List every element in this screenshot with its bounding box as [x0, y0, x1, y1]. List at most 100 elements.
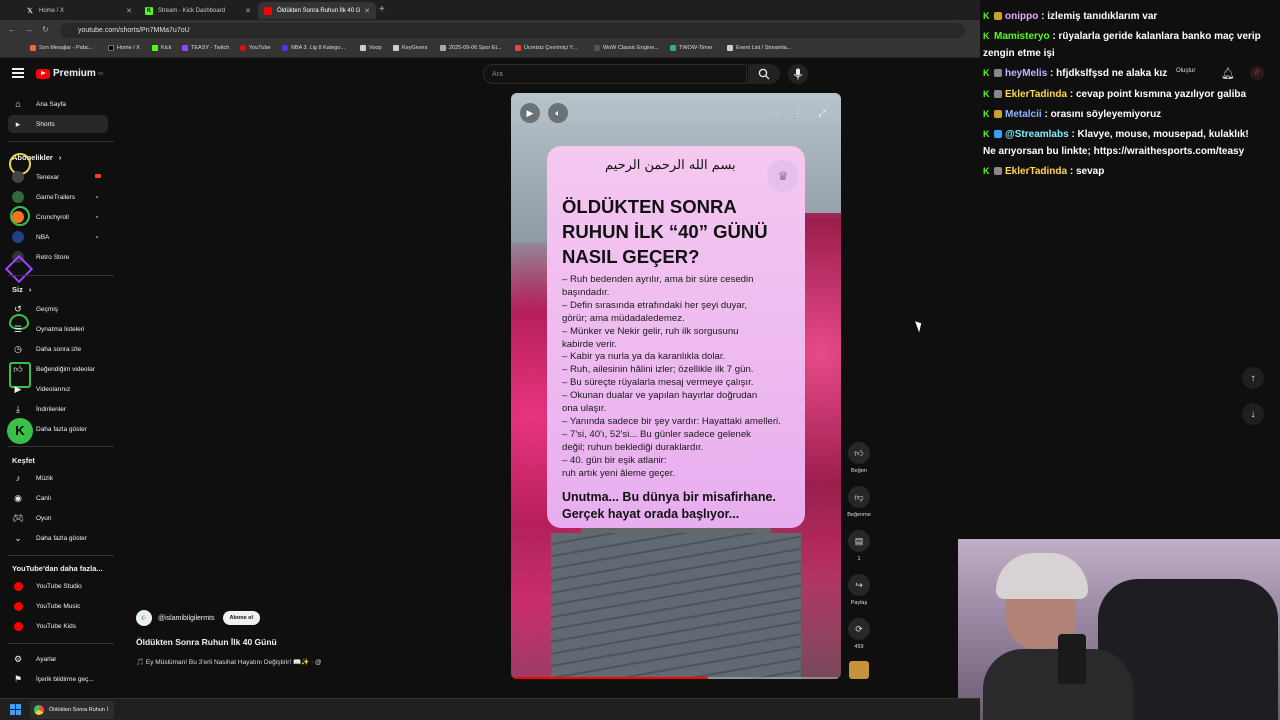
shorts-player[interactable]: ▶ 🔈︎ ▭ ⋮ ⤢ بسم الله الرحمن الرحيم ♛ ÖLDÜ… — [511, 93, 841, 679]
sidebar-item-label: Videolarınız — [36, 385, 71, 393]
sidebar-item-label: Tenexar — [36, 173, 60, 181]
remix-button[interactable]: ⟳ 459 — [845, 618, 873, 650]
back-icon[interactable]: ← — [8, 25, 16, 34]
sidebar-item-label: YouTube Kids — [36, 622, 76, 630]
bookmark-item[interactable]: Event List / Streamla... — [727, 45, 791, 51]
channel-avatar[interactable]: ☪ — [136, 610, 152, 626]
bookmarks-bar: Son Mesajlar - Pabc... Home / X Kick TEA… — [0, 41, 980, 58]
sidebar-item-youtube-kids[interactable]: YouTube Kids — [8, 617, 108, 635]
channel-row: ☪ @islamibilgilermts Abone ol — [136, 610, 261, 626]
search-input[interactable]: Ara — [483, 64, 747, 84]
quote-card: بسم الله الرحمن الرحيم ♛ ÖLDÜKTEN SONRA … — [547, 146, 805, 528]
captions-button[interactable]: ▭ — [764, 103, 784, 123]
comments-button[interactable]: ▤ 1 — [845, 530, 873, 562]
card-line: başındadır. — [562, 286, 610, 298]
sidebar-item-label: Daha fazla göster — [36, 534, 87, 542]
video-title[interactable]: Öldükten Sonra Ruhun İlk 40 Günü — [136, 637, 277, 647]
sidebar-item-downloads[interactable]: ⤓ İndirilenler — [8, 400, 108, 418]
sidebar-item-your-videos[interactable]: ▶ Videolarınız — [8, 380, 108, 398]
chat-continuation: Ne arıyorsan bu linkte; https://wraithes… — [983, 146, 1245, 157]
menu-icon[interactable] — [12, 68, 24, 80]
new-tab-button[interactable]: + — [379, 4, 385, 15]
chevron-right-icon: › — [58, 153, 62, 162]
sound-thumbnail[interactable] — [849, 661, 869, 679]
sidebar-item-gaming[interactable]: 🎮︎ Oyun — [8, 509, 108, 527]
sidebar-item-live[interactable]: ◉ Canlı — [8, 489, 108, 507]
sidebar-item-youtube-music[interactable]: YouTube Music — [8, 597, 108, 615]
youtube-music-icon — [12, 600, 24, 612]
bookmark-item[interactable]: TWOW-Timer — [670, 45, 713, 51]
remix-icon: ⟳ — [848, 618, 870, 640]
bookmark-item[interactable]: TEASY - Twitch — [182, 45, 229, 51]
previous-short-button[interactable]: ↑ — [1242, 367, 1264, 389]
like-button[interactable]: 👍︎ Beğen — [845, 442, 873, 474]
card-line: – Okunan dualar ve yapılan hayırlar doğr… — [562, 390, 758, 402]
subscribe-button[interactable]: Abone ol — [222, 611, 261, 625]
play-button[interactable]: ▶ — [520, 103, 540, 123]
close-icon[interactable]: ✕ — [364, 7, 370, 15]
search-button[interactable] — [748, 64, 780, 84]
sidebar-item-label: İçerik bildirme geç... — [36, 675, 94, 683]
dislike-button[interactable]: 👎︎ Beğenme — [845, 486, 873, 518]
sidebar-item-shorts[interactable]: ▸ Shorts — [8, 115, 108, 133]
chat-message: K EklerTadinda : sevap — [983, 161, 1104, 182]
reload-icon[interactable]: ↻ — [42, 25, 49, 34]
progress-bar[interactable] — [514, 677, 838, 679]
close-icon[interactable]: ✕ — [126, 7, 132, 15]
bookmark-item[interactable]: Home / X — [108, 45, 140, 51]
bookmark-item[interactable]: Voop — [360, 45, 382, 51]
chevron-down-icon — [12, 423, 24, 435]
next-short-button[interactable]: ↓ — [1242, 403, 1264, 425]
bookmark-item[interactable]: Kick — [152, 45, 171, 51]
bookmark-item[interactable]: WoW Classic Engine... — [594, 45, 659, 51]
share-button[interactable]: ↪ Paylaş — [845, 574, 873, 606]
fullscreen-button[interactable]: ⤢ — [812, 103, 832, 123]
channel-name[interactable]: @islamibilgilermts — [158, 615, 215, 622]
bookmark-item[interactable]: Ücretsiz Çevrimiçi Y... — [515, 45, 577, 51]
mute-button[interactable]: 🔈︎ — [548, 103, 568, 123]
browser-tab[interactable]: 𝕏 Home / X ✕ — [20, 2, 138, 19]
bookmark-item[interactable]: KeyGivers — [393, 45, 427, 51]
microphone — [1058, 634, 1086, 684]
card-line: – Bu süreçte rüyalarla mesaj vermeye çal… — [562, 377, 754, 389]
card-line: – Defin sırasında etrafındaki her şeyi d… — [562, 299, 748, 311]
bookmark-item[interactable]: 2025-09-06 Spor Et... — [440, 45, 502, 51]
browser-tab-active[interactable]: Öldükten Sonra Ruhun İlk 40 G ✕ — [258, 2, 376, 19]
you-header[interactable]: Siz › — [12, 285, 31, 294]
sidebar-item-watch-later[interactable]: ◷ Daha sonra izle — [8, 340, 108, 358]
sidebar-item-subscription[interactable]: GameTrailers — [8, 188, 108, 206]
home-icon: ⌂ — [15, 99, 21, 109]
sidebar-item-label: Crunchyroll — [36, 213, 69, 221]
card-line: ruh artık yeni âleme geçer. — [562, 467, 676, 479]
sidebar-item-show-more[interactable]: Daha fazla göster — [8, 420, 108, 438]
sidebar-item-subscription[interactable]: Tenexar — [8, 168, 108, 186]
sidebar-item-youtube-studio[interactable]: YouTube Studio — [8, 577, 108, 595]
bookmark-item[interactable]: NBA 3. Lig 8 Katego... — [282, 45, 345, 51]
sidebar-item-report-history[interactable]: ⚑ İçerik bildirme geç... — [8, 670, 108, 688]
youtube-logo[interactable]: Premium TR — [36, 68, 103, 79]
card-line: kabirde verir. — [562, 338, 617, 350]
bookmark-label: Event List / Streamla... — [736, 45, 792, 51]
taskbar-app[interactable]: Öldükten Sonra Ruhun İ — [30, 701, 114, 719]
sidebar-item-playlists[interactable]: ☰ Oynatma listeleri — [8, 320, 108, 338]
more-options-button[interactable]: ⋮ — [788, 103, 808, 123]
bookmark-item[interactable]: Son Mesajlar - Pabc... — [30, 45, 93, 51]
sidebar-item-subscription[interactable]: NBA — [8, 228, 108, 246]
sidebar-item-music[interactable]: ♪ Müzik — [8, 469, 108, 487]
forward-icon[interactable]: → — [25, 25, 33, 34]
url-input[interactable]: youtube.com/shorts/Pn7MMa7u7oU — [60, 23, 965, 38]
chat-username: Mamisteryo — [994, 31, 1050, 42]
sidebar-item-settings[interactable]: ⚙ Ayarlar — [8, 650, 108, 668]
video-description[interactable]: 🎵 Ey Müslüman! Bu 3'erli Nasihat Hayatın… — [136, 658, 322, 666]
close-icon[interactable]: ✕ — [245, 7, 251, 15]
browser-tab[interactable]: K Stream - Kick Dashboard ✕ — [139, 2, 257, 19]
bookmark-item[interactable]: YouTube — [240, 45, 271, 51]
sidebar-item-home[interactable]: ⌂ Ana Sayfa — [8, 95, 108, 113]
voice-search-button[interactable] — [788, 64, 808, 84]
tab-title: Home / X — [39, 7, 65, 14]
chat-message: K Metalcii : orasını söyleyemiyoruz — [983, 104, 1161, 125]
sidebar-item-show-more[interactable]: ⌄ Daha fazla göster — [8, 529, 108, 547]
sub-badge-icon — [994, 12, 1002, 21]
sidebar-item-label: Daha fazla göster — [36, 425, 87, 433]
windows-start-icon[interactable] — [10, 704, 21, 715]
